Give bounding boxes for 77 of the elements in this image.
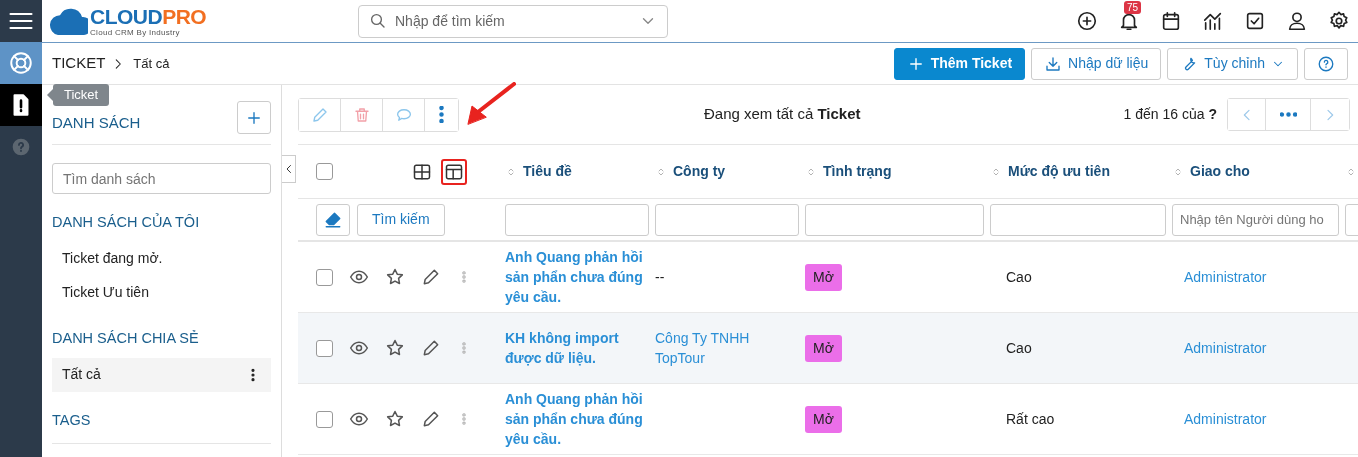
task-checkbox-icon[interactable]	[1244, 10, 1266, 32]
filter-field[interactable]	[655, 203, 799, 236]
lifebuoy-icon[interactable]	[8, 50, 34, 76]
filter-field[interactable]	[990, 203, 1166, 236]
search-field[interactable]: Nhập để tìm kiếm	[358, 4, 668, 38]
help-button[interactable]	[1304, 47, 1348, 80]
section-title: TAGS	[52, 409, 271, 445]
star-icon[interactable]	[385, 267, 405, 287]
more-icon	[1279, 112, 1297, 117]
list-item[interactable]: Ticket đang mở.	[52, 241, 271, 276]
list-item[interactable]: Ticket Ưu tiên	[52, 275, 271, 310]
status-badge: Mở	[805, 405, 842, 433]
trash-icon	[352, 105, 371, 124]
download-icon	[1044, 54, 1063, 73]
filter-field[interactable]: Nhập tên Người dùng ho	[1172, 203, 1339, 236]
edit-icon[interactable]	[421, 338, 441, 358]
import-button[interactable]: Nhập dữ liệu	[1031, 47, 1162, 80]
list-search-field[interactable]: Tìm danh sách	[52, 163, 271, 194]
record-range: 1 đến 16 của ?	[1123, 105, 1217, 124]
column-header[interactable]: Mức độ ưu tiên	[1008, 161, 1110, 182]
search-icon	[369, 12, 387, 30]
company-text: --	[655, 268, 665, 285]
ticket-title-link[interactable]: Anh Quang phản hồi sản phẩn chưa đúng yêu cầu.	[505, 388, 655, 450]
settings-icon[interactable]	[1328, 10, 1350, 32]
customize-button[interactable]: Tùy chỉnh	[1167, 47, 1298, 80]
help-icon	[1317, 54, 1335, 73]
edit-icon[interactable]	[421, 409, 441, 429]
add-list-button[interactable]	[237, 101, 271, 134]
ticket-title-link[interactable]: Anh Quang phản hồi sản phẩn chưa đúng yêu cầu.	[505, 246, 655, 308]
collapse-panel-button[interactable]	[282, 155, 296, 183]
split-view-button[interactable]	[441, 158, 467, 185]
logo-text: CLOUDPRO	[90, 5, 207, 27]
assignee-link[interactable]: Administrator	[1184, 408, 1267, 429]
star-icon[interactable]	[385, 338, 405, 358]
tooltip: Ticket	[53, 84, 110, 106]
user-icon[interactable]	[1286, 10, 1308, 32]
column-header[interactable]: Tiêu đề	[523, 161, 572, 182]
help-icon[interactable]	[11, 137, 31, 157]
column-header[interactable]: Tình trạng	[823, 161, 892, 182]
add-ticket-button[interactable]: Thêm Ticket	[893, 47, 1026, 80]
list-item[interactable]: Tất cả	[52, 357, 271, 392]
more-icon	[439, 106, 444, 123]
filter-field[interactable]	[505, 203, 649, 236]
eraser-icon	[324, 210, 342, 229]
view-icon[interactable]	[349, 409, 369, 429]
column-header[interactable]: Công ty	[673, 161, 726, 182]
breadcrumb-module[interactable]: TICKET	[52, 52, 106, 75]
section-title: DANH SÁCH CHIA SẺ	[52, 328, 200, 348]
table-row[interactable]: Anh Quang phản hồi sản phẩn chưa đúng yêu cầu. Mở Rất cao Administrator	[298, 384, 1358, 455]
view-icon[interactable]	[349, 267, 369, 287]
section-title: DANH SÁCH CỦA TÔI	[52, 212, 201, 232]
status-badge: Mở	[805, 334, 842, 362]
view-icon[interactable]	[349, 338, 369, 358]
assignee-link[interactable]: Administrator	[1184, 266, 1267, 287]
clear-filter-button[interactable]	[316, 203, 350, 236]
star-icon[interactable]	[385, 409, 405, 429]
table-row[interactable]: KH không import được dữ liệu. Công Ty TNHH TopTour Mở Cao Administrator	[298, 313, 1358, 384]
calendar-icon[interactable]	[1160, 10, 1182, 32]
row-checkbox[interactable]	[316, 410, 333, 428]
logo-tagline: Cloud CRM By Industry	[90, 28, 181, 37]
filter-field[interactable]	[805, 203, 984, 236]
breadcrumb-view: Tất cả	[133, 54, 170, 73]
status-badge: Mở	[805, 263, 842, 291]
viewing-label: Đang xem tất cả Ticket	[704, 104, 862, 125]
edit-icon[interactable]	[421, 267, 441, 287]
add-icon[interactable]	[1076, 10, 1098, 32]
panel-title: DANH SÁCH	[52, 112, 141, 133]
select-all-checkbox[interactable]	[316, 163, 333, 180]
priority-text: Cao	[1006, 268, 1032, 285]
chart-icon[interactable]	[1202, 10, 1224, 32]
priority-text: Rất cao	[1006, 410, 1055, 427]
column-header[interactable]: Giao cho	[1190, 161, 1250, 182]
priority-text: Cao	[1006, 339, 1032, 356]
search-button[interactable]: Tìm kiếm	[357, 203, 445, 236]
row-checkbox[interactable]	[316, 268, 333, 286]
notification-count: 75	[1124, 1, 1142, 14]
row-checkbox[interactable]	[316, 339, 333, 357]
